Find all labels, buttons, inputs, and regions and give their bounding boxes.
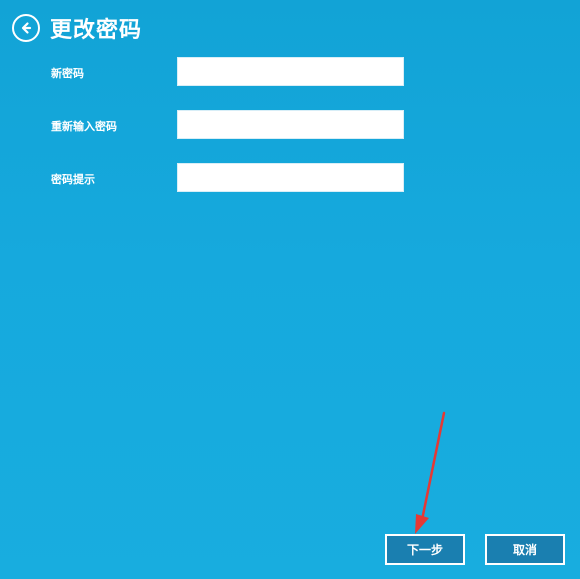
arrow-left-icon [21,22,32,34]
back-button[interactable] [12,14,40,42]
cancel-button[interactable]: 取消 [485,534,565,565]
password-hint-input[interactable] [177,163,404,192]
annotation-arrow [415,411,446,534]
new-password-label: 新密码 [51,67,84,80]
confirm-password-label: 重新输入密码 [51,120,117,133]
annotation-arrow-head [415,514,429,534]
new-password-input[interactable] [177,57,404,86]
page-title: 更改密码 [50,18,143,43]
page-header: 更改密码 [12,10,142,46]
confirm-password-input[interactable] [177,110,404,139]
annotation-arrow-shaft [420,411,446,522]
next-button[interactable]: 下一步 [385,534,465,565]
password-hint-label: 密码提示 [51,173,95,186]
